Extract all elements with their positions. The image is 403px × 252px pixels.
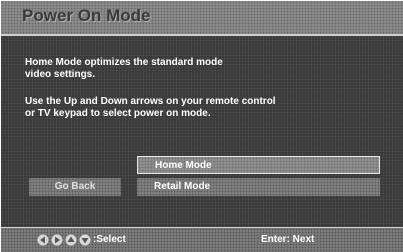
go-back-button[interactable]: Go Back <box>29 178 121 196</box>
option-retail-mode[interactable]: Retail Mode <box>137 178 380 196</box>
enter-hint: Enter: Next <box>261 234 315 245</box>
select-hint: :Select <box>93 234 126 245</box>
description-text-1: Home Mode optimizes the standard mode vi… <box>25 57 223 80</box>
title-bar: Power On Mode <box>1 1 403 34</box>
description-text-2: Use the Up and Down arrows on your remot… <box>25 96 276 119</box>
footer-bar: :Select Enter: Next <box>1 228 403 252</box>
up-arrow-icon <box>65 234 77 246</box>
page-title: Power On Mode <box>22 6 151 25</box>
option-home-mode[interactable]: Home Mode <box>137 156 380 174</box>
left-arrow-icon <box>37 234 49 246</box>
down-arrow-icon <box>79 234 91 246</box>
right-arrow-icon <box>51 234 63 246</box>
